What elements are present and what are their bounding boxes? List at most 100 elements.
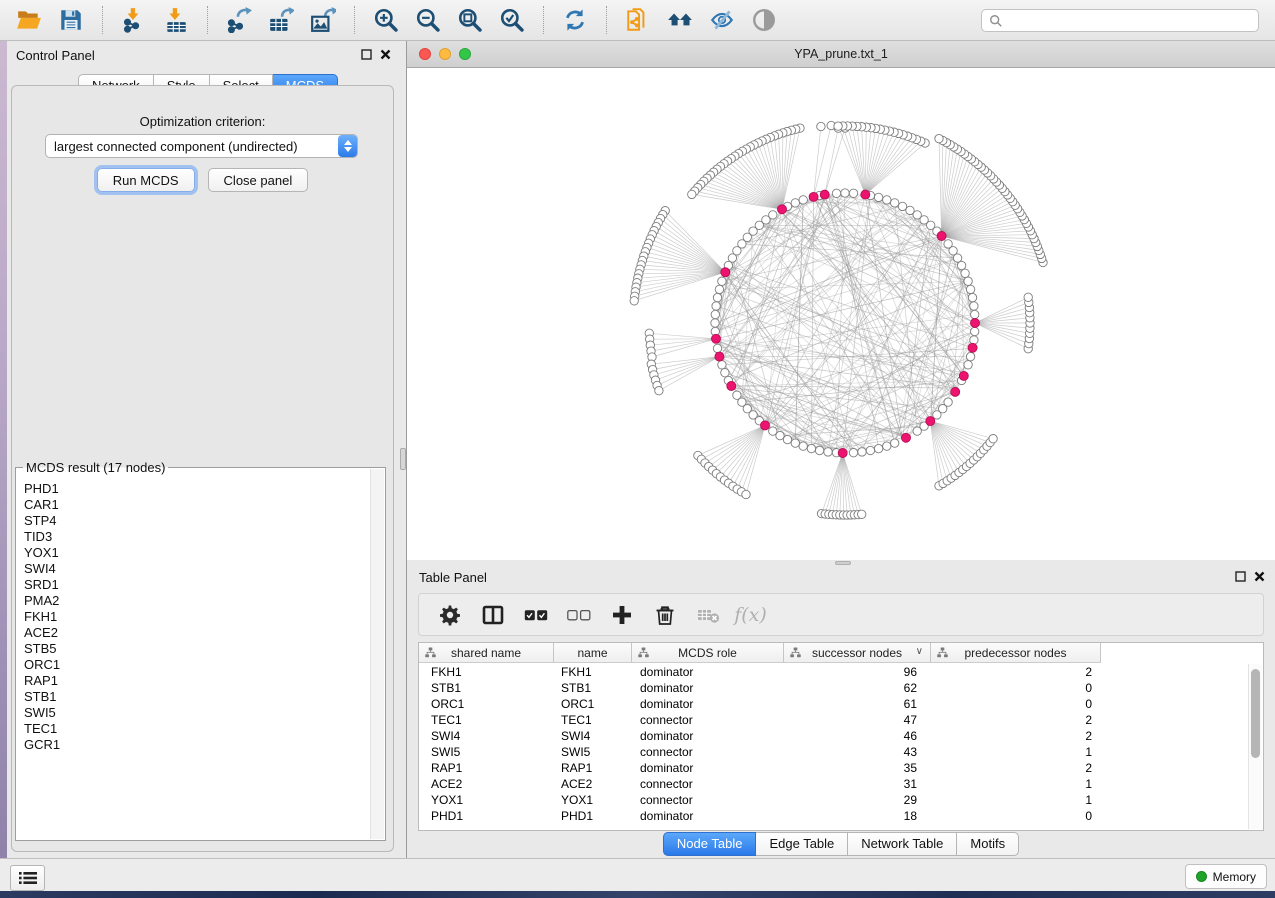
mcds-result-box: MCDS result (17 nodes) PHD1CAR1STP4TID3Y… xyxy=(15,467,386,841)
toolbar-separator xyxy=(207,6,208,34)
graphics-details-icon[interactable] xyxy=(708,6,736,34)
table-cell: connector xyxy=(632,713,784,727)
select-all-icon[interactable] xyxy=(522,601,549,628)
table-cell: dominator xyxy=(632,761,784,775)
tab-network-table[interactable]: Network Table xyxy=(848,832,957,856)
table-panel: Table Panel f(x) shared namenameMCDS rol… xyxy=(407,566,1275,858)
export-image-icon[interactable] xyxy=(309,6,337,34)
criterion-dropdown[interactable]: largest connected component (undirected) xyxy=(45,134,358,158)
table-scrollbar[interactable] xyxy=(1248,664,1262,829)
split-pane-icon[interactable] xyxy=(479,601,506,628)
column-label: predecessor nodes xyxy=(964,646,1066,660)
scrollbar-thumb[interactable] xyxy=(1251,669,1260,758)
column-header-predecessor-nodes[interactable]: predecessor nodes xyxy=(931,643,1101,662)
table-cell: STB1 xyxy=(419,681,554,695)
network-canvas[interactable] xyxy=(407,68,1275,560)
table-row[interactable]: ACE2ACE2connector311 xyxy=(419,776,1247,792)
tab-edge-table[interactable]: Edge Table xyxy=(756,832,848,856)
table-row[interactable]: RAP1RAP1dominator352 xyxy=(419,760,1247,776)
float-panel-icon[interactable] xyxy=(1235,571,1246,582)
mcds-result-item[interactable]: ACE2 xyxy=(24,625,369,641)
mcds-result-item[interactable]: FKH1 xyxy=(24,609,369,625)
run-mcds-button[interactable]: Run MCDS xyxy=(97,168,195,192)
mcds-result-item[interactable]: STB5 xyxy=(24,641,369,657)
close-panel-icon[interactable] xyxy=(380,49,391,60)
float-panel-icon[interactable] xyxy=(361,49,372,60)
table-row[interactable]: FKH1FKH1dominator962 xyxy=(419,664,1247,680)
mcds-result-list[interactable]: PHD1CAR1STP4TID3YOX1SWI4SRD1PMA2FKH1ACE2… xyxy=(17,481,369,839)
legacy-sessions-icon[interactable] xyxy=(666,6,694,34)
search-input[interactable] xyxy=(1007,13,1258,29)
table-mode-gear-icon[interactable] xyxy=(436,601,463,628)
table-cell: SWI5 xyxy=(554,745,632,759)
table-cell: 2 xyxy=(931,729,1101,743)
mcds-result-item[interactable]: SRD1 xyxy=(24,577,369,593)
table-cell: SWI5 xyxy=(419,745,554,759)
mcds-result-title: MCDS result (17 nodes) xyxy=(23,460,168,475)
close-panel-icon[interactable] xyxy=(1254,571,1265,582)
table-row[interactable]: STB1STB1dominator620 xyxy=(419,680,1247,696)
export-table-icon[interactable] xyxy=(267,6,295,34)
search-box[interactable] xyxy=(981,9,1259,32)
table-cell: TEC1 xyxy=(419,713,554,727)
column-label: successor nodes xyxy=(812,646,902,660)
mcds-result-item[interactable]: STB1 xyxy=(24,689,369,705)
mcds-result-item[interactable]: TID3 xyxy=(24,529,369,545)
share-document-icon[interactable] xyxy=(624,6,652,34)
memory-button[interactable]: Memory xyxy=(1185,864,1267,889)
main-toolbar xyxy=(0,0,1275,41)
mcds-result-item[interactable]: GCR1 xyxy=(24,737,369,753)
attribute-tree-icon xyxy=(638,647,649,661)
column-header-name[interactable]: name xyxy=(554,643,632,662)
deselect-all-icon[interactable] xyxy=(565,601,592,628)
zoom-fit-icon[interactable] xyxy=(456,6,484,34)
mcds-result-item[interactable]: RAP1 xyxy=(24,673,369,689)
tab-motifs[interactable]: Motifs xyxy=(957,832,1019,856)
zoom-in-icon[interactable] xyxy=(372,6,400,34)
close-panel-button[interactable]: Close panel xyxy=(208,168,309,192)
zoom-out-icon[interactable] xyxy=(414,6,442,34)
network-window-titlebar[interactable]: YPA_prune.txt_1 xyxy=(407,41,1275,68)
column-header-shared-name[interactable]: shared name xyxy=(419,643,554,662)
table-toolbar: f(x) xyxy=(418,593,1264,636)
table-row[interactable]: SWI4SWI4dominator462 xyxy=(419,728,1247,744)
open-session-icon[interactable] xyxy=(15,6,43,34)
column-header-successor-nodes[interactable]: successor nodes∨ xyxy=(784,643,931,662)
vertical-splitter[interactable] xyxy=(400,41,407,858)
mcds-result-item[interactable]: PMA2 xyxy=(24,593,369,609)
table-panel-tabs: Node TableEdge TableNetwork TableMotifs xyxy=(407,832,1275,856)
network-graph[interactable] xyxy=(407,68,1275,560)
mcds-result-item[interactable]: SWI5 xyxy=(24,705,369,721)
mcds-result-item[interactable]: YOX1 xyxy=(24,545,369,561)
table-row[interactable]: ORC1ORC1dominator610 xyxy=(419,696,1247,712)
zoom-selected-icon[interactable] xyxy=(498,6,526,34)
delete-column-icon[interactable] xyxy=(651,601,678,628)
mcds-list-scrollbar[interactable] xyxy=(370,469,384,839)
criterion-value: largest connected component (undirected) xyxy=(46,139,338,154)
mcds-result-item[interactable]: TEC1 xyxy=(24,721,369,737)
import-table-icon[interactable] xyxy=(162,6,190,34)
table-cell: dominator xyxy=(632,681,784,695)
panel-list-button[interactable] xyxy=(10,865,45,891)
table-cell: 18 xyxy=(784,809,931,823)
table-cell: 2 xyxy=(931,665,1101,679)
mcds-result-item[interactable]: PHD1 xyxy=(24,481,369,497)
birds-eye-view-icon[interactable] xyxy=(750,6,778,34)
tab-node-table[interactable]: Node Table xyxy=(663,832,757,856)
table-row[interactable]: PHD1PHD1dominator180 xyxy=(419,808,1247,824)
add-column-icon[interactable] xyxy=(608,601,635,628)
column-header-MCDS-role[interactable]: MCDS role xyxy=(632,643,784,662)
export-network-icon[interactable] xyxy=(225,6,253,34)
table-row[interactable]: YOX1YOX1connector291 xyxy=(419,792,1247,808)
refresh-icon[interactable] xyxy=(561,6,589,34)
mcds-result-item[interactable]: STP4 xyxy=(24,513,369,529)
import-network-icon[interactable] xyxy=(120,6,148,34)
mcds-result-item[interactable]: SWI4 xyxy=(24,561,369,577)
table-row[interactable]: SWI5SWI5connector431 xyxy=(419,744,1247,760)
table-row[interactable]: TEC1TEC1connector472 xyxy=(419,712,1247,728)
save-session-icon[interactable] xyxy=(57,6,85,34)
splitter-handle[interactable] xyxy=(835,561,851,565)
mcds-result-item[interactable]: CAR1 xyxy=(24,497,369,513)
splitter-handle[interactable] xyxy=(400,448,406,470)
mcds-result-item[interactable]: ORC1 xyxy=(24,657,369,673)
